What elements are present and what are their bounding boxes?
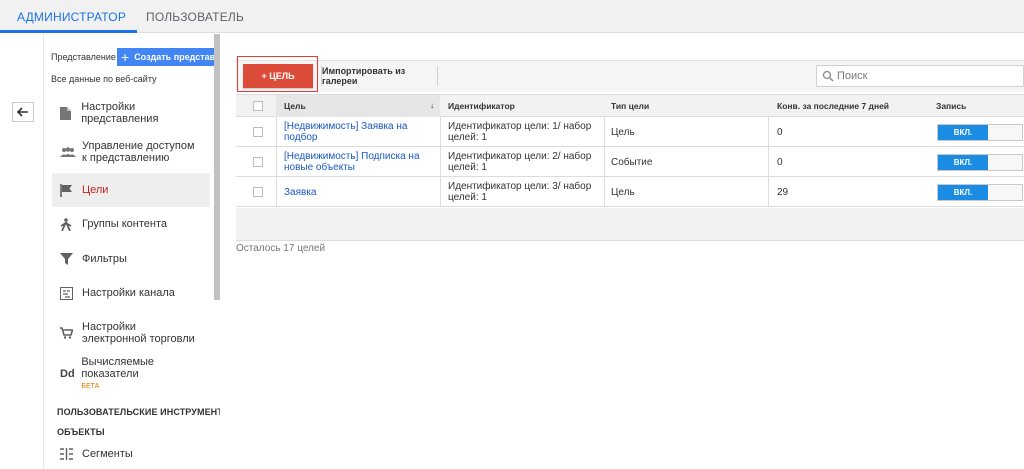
- search-icon: [822, 70, 834, 82]
- import-from-gallery-button[interactable]: Импортировать из галереи: [321, 66, 438, 86]
- sidebar-item-channel-settings[interactable]: Настройки канала: [52, 276, 210, 310]
- search-box[interactable]: [816, 65, 1024, 87]
- column-goal[interactable]: Цель: [284, 101, 306, 111]
- sidebar-item-filters[interactable]: Фильтры: [52, 242, 210, 276]
- active-tab-indicator: [0, 30, 137, 33]
- cart-icon: [52, 327, 80, 339]
- goal-id: Идентификатор цели: 1/ набор целей: 1: [448, 121, 592, 143]
- left-gutter: [0, 34, 44, 469]
- goal-conversions: 0: [777, 126, 783, 138]
- sidebar-item-view-settings[interactable]: Настройки представления: [52, 96, 210, 130]
- goal-link[interactable]: [Недвижимость] Заявка на подбор: [284, 117, 434, 147]
- goal-id: Идентификатор цели: 2/ набор целей: 1: [448, 151, 592, 173]
- row-checkbox[interactable]: [253, 157, 263, 167]
- custom-tools-section-title-line1: ПОЛЬЗОВАТЕЛЬСКИЕ ИНСТРУМЕНТЫ И: [57, 407, 220, 417]
- goal-id: Идентификатор цели: 3/ набор целей: 1: [448, 181, 592, 203]
- column-id[interactable]: Идентификатор: [448, 101, 515, 111]
- table-row: [Недвижимость] Заявка на подбор Идентифи…: [236, 117, 1024, 147]
- column-recording[interactable]: Запись: [936, 101, 966, 111]
- filter-icon: [52, 253, 80, 265]
- all-data-label: Все данные по веб-сайту: [51, 74, 157, 84]
- sidebar-item-access-management[interactable]: Управление доступом к представлению: [52, 133, 210, 171]
- row-checkbox[interactable]: [253, 127, 263, 137]
- create-view-button[interactable]: + Создать представл: [117, 48, 217, 66]
- goal-link[interactable]: [Недвижимость] Подписка на новые объекты: [284, 147, 434, 177]
- walk-icon: [52, 217, 80, 231]
- people-icon: [52, 147, 80, 157]
- goal-conversions: 29: [777, 186, 789, 198]
- goal-type: Цель: [611, 126, 635, 138]
- flag-icon: [52, 183, 80, 197]
- goal-type: Цель: [611, 186, 635, 198]
- table-row: [Недвижимость] Подписка на новые объекты…: [236, 147, 1024, 177]
- sidebar-item-goals[interactable]: Цели: [52, 173, 210, 207]
- recording-toggle[interactable]: ВКЛ.: [937, 184, 1023, 201]
- back-arrow-icon[interactable]: [12, 102, 34, 122]
- sidebar-item-content-groups[interactable]: Группы контента: [52, 207, 210, 241]
- sidebar-scrollbar[interactable]: [214, 34, 220, 300]
- top-tabs: АДМИНИСТРАТОР ПОЛЬЗОВАТЕЛЬ: [0, 0, 1024, 33]
- row-checkbox[interactable]: [253, 187, 263, 197]
- goal-link[interactable]: Заявка: [284, 177, 434, 207]
- select-all-checkbox[interactable]: [253, 101, 263, 111]
- column-conversions[interactable]: Конв. за последние 7 дней: [777, 101, 889, 111]
- custom-tools-section-title-line2: ОБЪЕКТЫ: [57, 427, 105, 437]
- segments-icon: [52, 448, 80, 460]
- search-input[interactable]: [837, 70, 1017, 82]
- dd-icon: Dd: [60, 368, 75, 380]
- new-goal-button[interactable]: + ЦЕЛЬ: [243, 64, 313, 88]
- table-row: Заявка Идентификатор цели: 3/ набор целе…: [236, 177, 1024, 207]
- document-icon: [52, 106, 79, 120]
- sidebar-item-segments[interactable]: Сегменты: [52, 437, 210, 469]
- tab-user[interactable]: ПОЛЬЗОВАТЕЛЬ: [146, 10, 244, 24]
- tab-administrator[interactable]: АДМИНИСТРАТОР: [17, 10, 126, 24]
- sidebar-item-calculated-metrics[interactable]: Dd Вычисляемые показатели БЕТА: [52, 356, 210, 392]
- view-label: Представление: [51, 52, 116, 62]
- goal-conversions: 0: [777, 156, 783, 168]
- table-footer: [236, 208, 1024, 241]
- recording-toggle[interactable]: ВКЛ.: [937, 124, 1023, 141]
- table-header: Цель ↓ Идентификатор Тип цели Конв. за п…: [236, 94, 1024, 118]
- remaining-goals-text: Осталось 17 целей: [236, 243, 326, 254]
- column-type[interactable]: Тип цели: [611, 101, 649, 111]
- channel-icon: [52, 286, 80, 300]
- plus-icon: +: [121, 49, 130, 65]
- goal-type: Событие: [611, 156, 653, 168]
- beta-badge: БЕТА: [81, 382, 100, 390]
- recording-toggle[interactable]: ВКЛ.: [937, 154, 1023, 171]
- calculated-metrics-label: Вычисляемые показатели: [81, 355, 155, 380]
- sidebar-item-ecommerce-settings[interactable]: Настройки электронной торговли: [52, 314, 210, 352]
- sidebar: Представление + Создать представл Все да…: [44, 34, 220, 469]
- sort-down-icon[interactable]: ↓: [430, 101, 434, 110]
